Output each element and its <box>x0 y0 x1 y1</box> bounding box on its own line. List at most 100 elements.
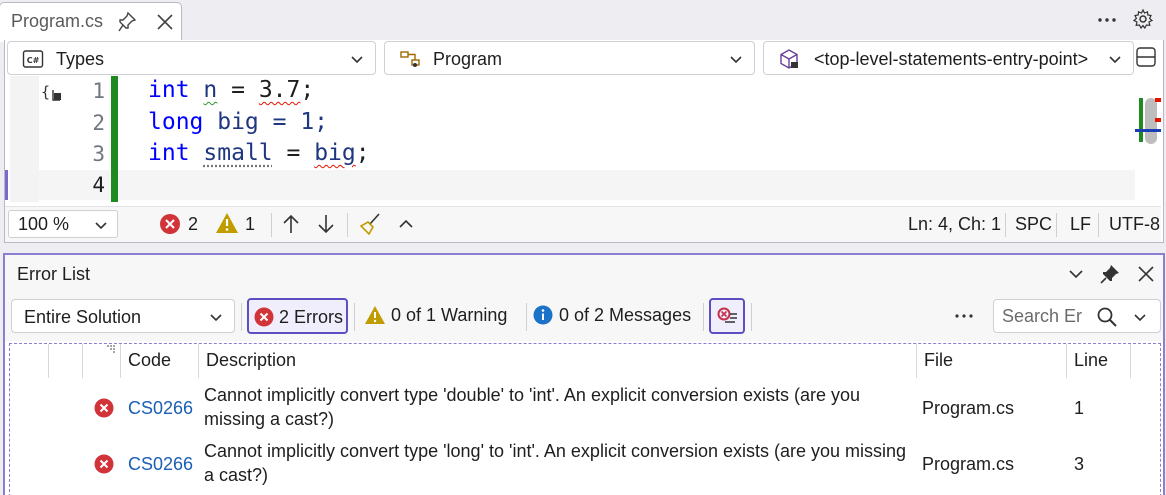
error-description: missing a cast?) <box>204 409 335 429</box>
error-count[interactable]: 2 <box>188 214 198 235</box>
tab-title: Program.cs <box>11 11 104 31</box>
navigation-bar: C# Types Program <top-level-statements-e… <box>5 40 1161 76</box>
column-header-code[interactable]: Code <box>128 350 171 371</box>
error-icon <box>254 307 274 327</box>
column-header-description[interactable]: Description <box>206 350 296 371</box>
warnings-filter-label: 0 of 1 Warning <box>391 305 508 325</box>
errors-filter-label: 2 Errors <box>279 307 344 327</box>
warning-icon <box>365 306 385 324</box>
warning-count[interactable]: 1 <box>245 214 255 235</box>
error-file: Program.cs <box>922 398 1015 418</box>
error-description: a cast?) <box>204 465 269 485</box>
more-icon[interactable] <box>1095 9 1119 29</box>
types-label: Types <box>56 49 105 69</box>
search-input[interactable] <box>1002 305 1082 327</box>
glyph-margin <box>10 76 39 202</box>
error-list-search[interactable] <box>993 299 1161 333</box>
pin-icon[interactable] <box>117 11 137 33</box>
arrow-down-icon[interactable] <box>316 213 336 235</box>
warning-icon[interactable] <box>215 212 239 234</box>
error-code-link[interactable]: CS0266 <box>128 398 193 419</box>
code-line-1: int n = 3.7; <box>148 77 315 103</box>
close-icon[interactable] <box>1135 263 1157 285</box>
overview-scrollbar[interactable] <box>1135 76 1161 202</box>
error-file: Program.cs <box>922 454 1015 474</box>
error-description: Cannot implicitly convert type 'long' to… <box>204 441 907 461</box>
filter-icon <box>717 307 737 323</box>
error-icon <box>94 398 114 418</box>
scope-dropdown[interactable]: Entire Solution <box>11 299 235 333</box>
chevron-down-icon[interactable] <box>1132 309 1148 325</box>
error-code-link[interactable]: CS0266 <box>128 454 193 475</box>
info-icon <box>533 305 553 325</box>
caret-position[interactable]: Ln: 4, Ch: 1 <box>908 214 1001 235</box>
line-number: 1 <box>92 79 105 103</box>
chevron-down-icon <box>730 56 742 64</box>
chevron-down-icon <box>95 222 107 230</box>
member-dropdown[interactable]: <top-level-statements-entry-point> <box>763 41 1134 75</box>
split-icon[interactable] <box>1135 45 1157 69</box>
program-label: Program <box>433 49 503 69</box>
svg-text:C#: C# <box>27 56 40 65</box>
error-list-title: Error List <box>17 264 91 284</box>
member-icon <box>780 49 798 69</box>
broom-icon[interactable] <box>359 212 383 236</box>
class-icon <box>400 51 420 67</box>
program-dropdown[interactable]: Program <box>384 41 755 75</box>
svg-text:{: { <box>41 83 50 101</box>
change-bar <box>111 76 118 202</box>
document-tab-program[interactable]: Program.cs <box>0 2 182 42</box>
line-number: 2 <box>92 111 105 135</box>
pin-icon[interactable] <box>1099 263 1121 285</box>
line-number: 4 <box>92 173 105 197</box>
column-header-file[interactable]: File <box>924 350 953 371</box>
chevron-down-icon <box>1109 56 1121 64</box>
scope-icon: { <box>41 83 61 101</box>
resize-grip-icon <box>107 345 115 353</box>
current-line-highlight <box>39 170 1135 200</box>
table-row[interactable]: CS0266 Cannot implicitly convert type 'l… <box>10 436 1160 492</box>
gear-icon[interactable] <box>1132 8 1154 30</box>
error-grid: Code Description File Line CS0266 Cannot… <box>9 343 1161 495</box>
close-icon[interactable] <box>154 11 176 33</box>
csharp-icon: C# <box>22 50 44 68</box>
warnings-filter-button[interactable]: 0 of 1 Warning <box>361 298 521 334</box>
search-icon[interactable] <box>1096 306 1118 328</box>
error-icon <box>94 454 114 474</box>
code-line-3: int small = big; <box>148 140 370 166</box>
code-line-2: long big = 1; <box>148 109 329 135</box>
errors-filter-button[interactable]: 2 Errors <box>247 298 348 334</box>
editor-status-bar: 100 % 2 1 Ln: 4, Ch: 1 SPC LF UTF-8 <box>5 206 1161 242</box>
error-line: 1 <box>1074 398 1085 418</box>
zoom-dropdown[interactable]: 100 % <box>8 210 118 238</box>
member-label: <top-level-statements-entry-point> <box>814 49 1089 69</box>
chevron-down-icon[interactable] <box>1065 263 1087 285</box>
error-icon[interactable] <box>159 213 181 235</box>
types-dropdown[interactable]: C# Types <box>7 41 376 75</box>
zoom-level: 100 % <box>18 214 70 234</box>
messages-filter-button[interactable]: 0 of 2 Messages <box>531 298 701 334</box>
scope-label: Entire Solution <box>24 307 142 327</box>
arrow-up-icon[interactable] <box>281 213 301 235</box>
indent-mode[interactable]: SPC <box>1015 214 1052 235</box>
current-line-marker <box>5 170 8 200</box>
build-intellisense-filter-button[interactable] <box>709 298 745 334</box>
chevron-down-icon <box>351 56 363 64</box>
chevron-down-icon <box>210 314 222 322</box>
table-row[interactable]: CS0266 Cannot implicitly convert type 'd… <box>10 380 1160 436</box>
error-list-toolbar: Entire Solution 2 Errors 0 of 1 Warning … <box>5 293 1163 341</box>
code-editor[interactable]: { 1 2 3 4 int n = 3.7; long big = 1; int… <box>5 76 1161 204</box>
column-header-line[interactable]: Line <box>1074 350 1108 371</box>
file-encoding[interactable]: UTF-8 <box>1109 214 1160 235</box>
error-line: 3 <box>1074 454 1085 474</box>
grid-header: Code Description File Line <box>10 344 1160 378</box>
chevron-up-icon[interactable] <box>397 215 415 233</box>
error-description: Cannot implicitly convert type 'double' … <box>204 385 861 405</box>
error-list-titlebar: Error List <box>5 255 1163 293</box>
line-ending[interactable]: LF <box>1070 214 1091 235</box>
tab-strip: Program.cs <box>0 0 1162 42</box>
error-list-panel: Error List Entire Solution 2 Errors 0 of… <box>3 253 1165 495</box>
line-number: 3 <box>92 142 105 166</box>
messages-filter-label: 0 of 2 Messages <box>559 305 692 325</box>
more-icon[interactable] <box>953 307 975 325</box>
